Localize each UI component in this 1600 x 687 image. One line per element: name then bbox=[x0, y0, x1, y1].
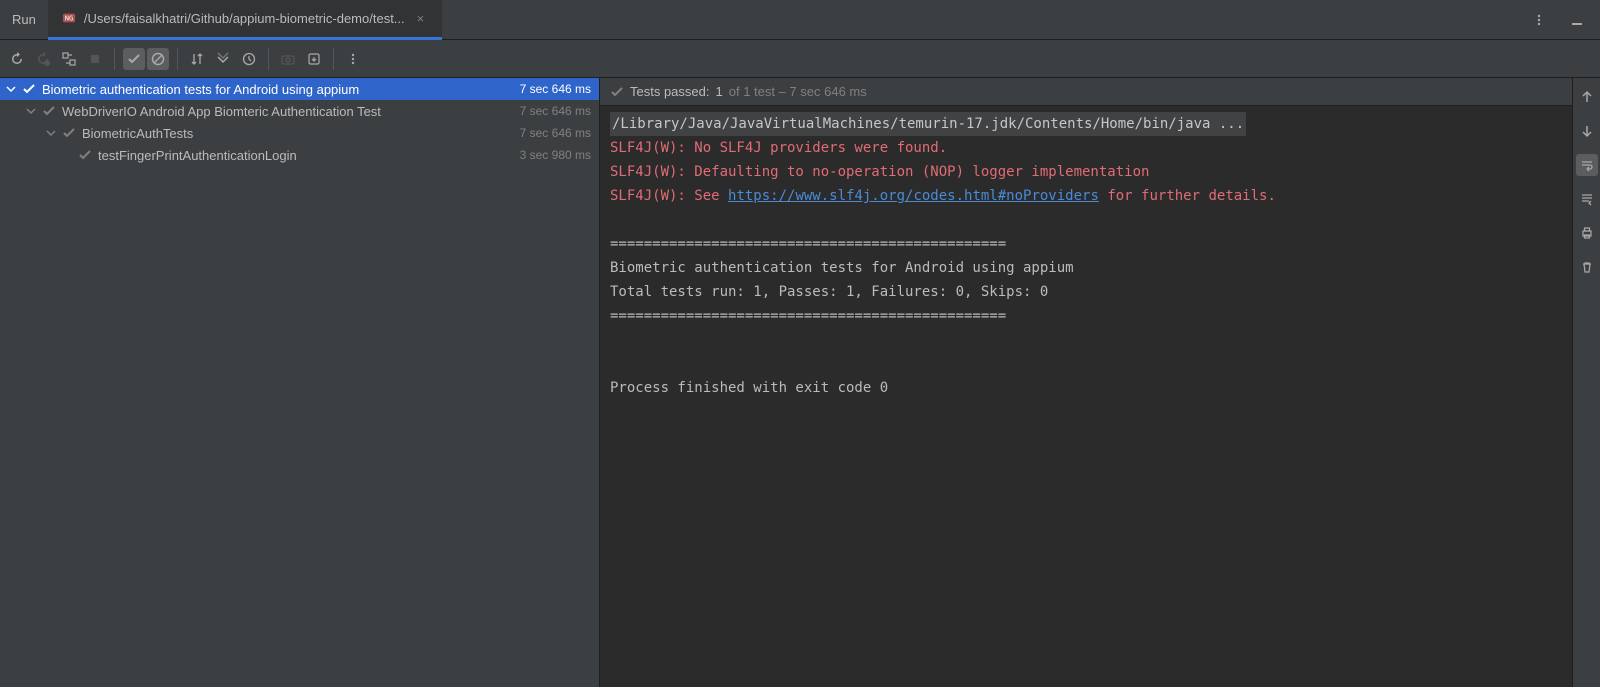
arrow-down-icon[interactable] bbox=[1576, 120, 1598, 142]
tree-row[interactable]: WebDriverIO Android App Biomteric Authen… bbox=[0, 100, 599, 122]
run-tab[interactable]: NG /Users/faisalkhatri/Github/appium-bio… bbox=[48, 0, 442, 40]
soft-wrap-icon[interactable] bbox=[1576, 154, 1598, 176]
test-toolbar bbox=[0, 40, 1600, 78]
tab-title: /Users/faisalkhatri/Github/appium-biomet… bbox=[84, 11, 405, 26]
toggle-auto-test-icon[interactable] bbox=[58, 48, 80, 70]
test-name: Biometric authentication tests for Andro… bbox=[42, 82, 516, 97]
test-time: 7 sec 646 ms bbox=[520, 82, 591, 96]
chevron-down-icon[interactable] bbox=[4, 84, 18, 94]
minimize-icon[interactable] bbox=[1566, 9, 1588, 31]
tab-bar-actions bbox=[1528, 9, 1600, 31]
console-line: Biometric authentication tests for Andro… bbox=[610, 260, 1074, 276]
run-label: Run bbox=[0, 12, 48, 27]
console-line: Total tests run: 1, Passes: 1, Failures:… bbox=[610, 284, 1048, 300]
rerun-failed-icon bbox=[32, 48, 54, 70]
rerun-icon[interactable] bbox=[6, 48, 28, 70]
close-icon[interactable]: × bbox=[413, 11, 429, 26]
test-name: testFingerPrintAuthenticationLogin bbox=[98, 148, 516, 163]
chevron-down-icon[interactable] bbox=[44, 128, 58, 138]
tree-row[interactable]: BiometricAuthTests 7 sec 646 ms bbox=[0, 122, 599, 144]
print-icon[interactable] bbox=[1576, 222, 1598, 244]
passed-count: 1 bbox=[716, 84, 723, 99]
more-icon[interactable] bbox=[1528, 9, 1550, 31]
tree-row-leaf[interactable]: testFingerPrintAuthenticationLogin 3 sec… bbox=[0, 144, 599, 166]
filter-group bbox=[123, 48, 169, 70]
screenshot-icon bbox=[277, 48, 299, 70]
console-line: ========================================… bbox=[610, 236, 1006, 252]
scroll-to-end-icon[interactable] bbox=[1576, 188, 1598, 210]
console-link[interactable]: https://www.slf4j.org/codes.html#noProvi… bbox=[728, 188, 1099, 204]
tree-row-root[interactable]: Biometric authentication tests for Andro… bbox=[0, 78, 599, 100]
console-gutter bbox=[1572, 78, 1600, 687]
test-time: 7 sec 646 ms bbox=[520, 126, 591, 140]
show-ignored-icon[interactable] bbox=[147, 48, 169, 70]
passed-of: of 1 test – 7 sec 646 ms bbox=[729, 84, 867, 99]
check-icon bbox=[78, 148, 94, 162]
console-warn: SLF4J(W): No SLF4J providers were found. bbox=[610, 140, 947, 156]
test-tree[interactable]: Biometric authentication tests for Andro… bbox=[0, 78, 600, 687]
svg-text:NG: NG bbox=[65, 15, 73, 23]
console-output[interactable]: /Library/Java/JavaVirtualMachines/temuri… bbox=[600, 106, 1572, 687]
console-warn: SLF4J(W): See bbox=[610, 188, 728, 204]
console-cmd: /Library/Java/JavaVirtualMachines/temuri… bbox=[610, 112, 1246, 136]
toolbar-more-icon[interactable] bbox=[342, 48, 364, 70]
test-time: 3 sec 980 ms bbox=[520, 148, 591, 162]
show-passed-icon[interactable] bbox=[123, 48, 145, 70]
test-name: WebDriverIO Android App Biomteric Authen… bbox=[62, 104, 516, 119]
trash-icon[interactable] bbox=[1576, 256, 1598, 278]
tab-bar: Run NG /Users/faisalkhatri/Github/appium… bbox=[0, 0, 1600, 40]
console-line: Process finished with exit code 0 bbox=[610, 380, 888, 396]
status-bar: Tests passed: 1 of 1 test – 7 sec 646 ms bbox=[600, 78, 1572, 106]
console-panel: Tests passed: 1 of 1 test – 7 sec 646 ms… bbox=[600, 78, 1572, 687]
console-warn: SLF4J(W): Defaulting to no-operation (NO… bbox=[610, 164, 1149, 180]
check-icon bbox=[22, 82, 38, 96]
console-line: ========================================… bbox=[610, 308, 1006, 324]
check-icon bbox=[610, 85, 624, 99]
passed-label: Tests passed: bbox=[630, 84, 710, 99]
main-area: Biometric authentication tests for Andro… bbox=[0, 78, 1600, 687]
chevron-down-icon[interactable] bbox=[24, 106, 38, 116]
testng-icon: NG bbox=[62, 11, 76, 25]
stop-icon bbox=[84, 48, 106, 70]
check-icon bbox=[42, 104, 58, 118]
history-icon[interactable] bbox=[238, 48, 260, 70]
test-name: BiometricAuthTests bbox=[82, 126, 516, 141]
sort-icon[interactable] bbox=[186, 48, 208, 70]
expand-all-icon[interactable] bbox=[212, 48, 234, 70]
arrow-up-icon[interactable] bbox=[1576, 86, 1598, 108]
test-time: 7 sec 646 ms bbox=[520, 104, 591, 118]
import-icon[interactable] bbox=[303, 48, 325, 70]
check-icon bbox=[62, 126, 78, 140]
console-warn: for further details. bbox=[1099, 188, 1276, 204]
